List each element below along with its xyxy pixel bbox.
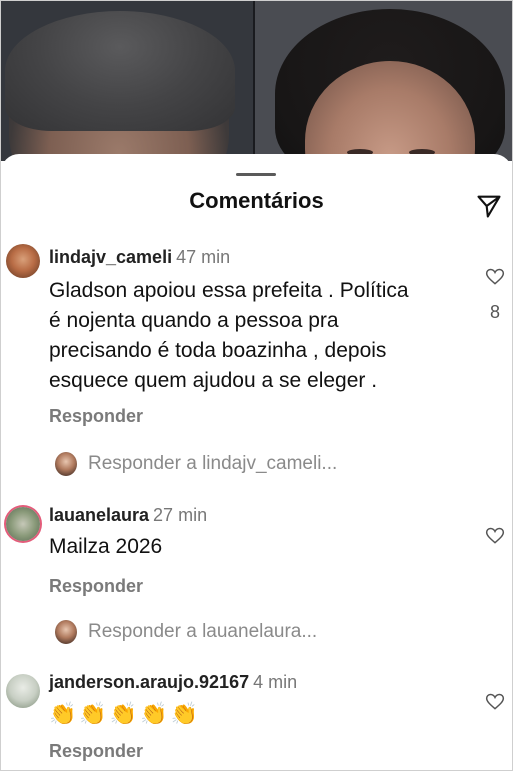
person-hair: [5, 11, 235, 131]
reply-prompt-text: Responder a lindajv_cameli...: [88, 453, 338, 474]
comment-text: Mailza 2026: [49, 532, 459, 562]
comment-time: 4 min: [253, 672, 298, 692]
reply-button[interactable]: Responder: [49, 406, 143, 427]
comment-line: é nojenta quando a pessoa pra: [49, 309, 339, 332]
comment-emojis: 👏👏👏👏👏: [49, 701, 201, 726]
reply-button[interactable]: Responder: [49, 741, 143, 762]
video-right-person: [255, 1, 512, 161]
video-preview[interactable]: [1, 1, 512, 161]
comment-username[interactable]: janderson.araujo.92167: [49, 672, 249, 692]
comments-sheet: Comentários lindajv_cameli 47 min Gladson…: [1, 154, 512, 770]
comment-time: 47 min: [176, 247, 231, 267]
comment-line: precisando é toda boazinha , depois: [49, 339, 387, 362]
avatar[interactable]: [6, 244, 40, 278]
like-count: 8: [489, 302, 500, 322]
video-left-person: [1, 1, 253, 161]
reply-prompt-text: Responder a lauanelaura...: [88, 621, 318, 642]
avatar[interactable]: [6, 507, 40, 541]
avatar[interactable]: [6, 674, 40, 708]
avatar: [55, 620, 77, 644]
reply-button[interactable]: Responder: [49, 576, 143, 597]
comment-time: 27 min: [153, 505, 208, 525]
comment-username[interactable]: lindajv_cameli: [49, 247, 172, 267]
comment-meta: lauanelaura 27 min: [49, 505, 207, 526]
comment-text: Gladson apoiou essa prefeita . Política …: [49, 276, 459, 396]
send-icon[interactable]: [475, 192, 503, 220]
comment-line: esquece quem ajudou a se eleger .: [49, 369, 378, 392]
sheet-title: Comentários: [189, 188, 324, 213]
comment-line: Mailza 2026: [49, 535, 163, 558]
heart-outline-icon[interactable]: [485, 692, 505, 712]
drag-handle[interactable]: [236, 173, 276, 176]
avatar: [55, 452, 77, 476]
comment-line: Gladson apoiou essa prefeita . Política: [49, 279, 409, 302]
heart-outline-icon[interactable]: [485, 267, 505, 287]
comment-meta: janderson.araujo.92167 4 min: [49, 672, 297, 693]
heart-outline-icon[interactable]: [485, 526, 505, 546]
screenshot-frame: Comentários lindajv_cameli 47 min Gladson…: [0, 0, 513, 771]
comment-username[interactable]: lauanelaura: [49, 505, 149, 525]
comment-meta: lindajv_cameli 47 min: [49, 247, 230, 268]
